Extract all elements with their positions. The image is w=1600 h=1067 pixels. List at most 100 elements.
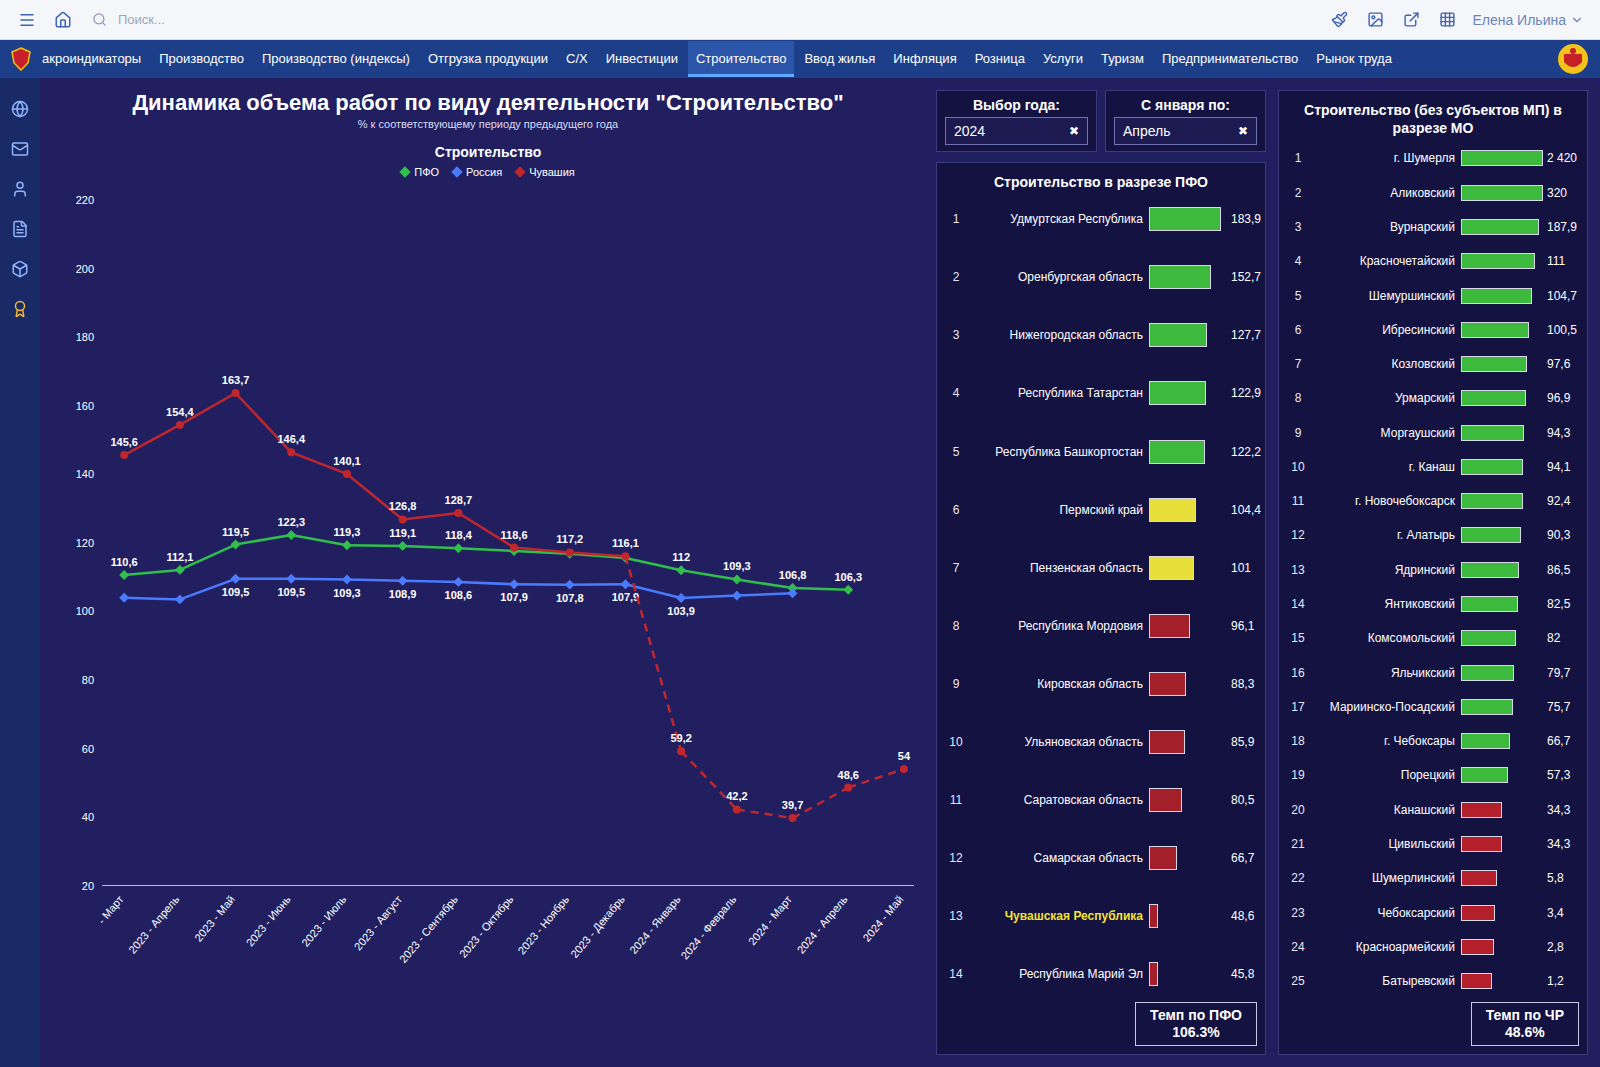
rank-row: 12Самарская область66,7 [945,838,1257,878]
nav-tab[interactable]: Розница [967,41,1033,77]
data-point[interactable] [788,588,798,598]
nav-tab[interactable]: Инфляция [885,41,964,77]
data-point[interactable] [565,580,575,590]
data-point[interactable] [732,575,742,585]
bar-track [1149,498,1227,522]
nav-tab[interactable]: С/Х [558,41,596,77]
data-point[interactable] [566,548,574,556]
data-point[interactable] [733,806,741,814]
data-point[interactable] [175,594,185,604]
filter-select[interactable]: 2024✖ [945,117,1088,145]
point-label: 107,9 [612,591,640,603]
clear-button[interactable]: ✖ [1238,124,1248,138]
legend-item[interactable]: Чувашия [516,166,575,178]
globe-icon[interactable] [9,98,31,120]
data-point[interactable] [119,593,129,603]
panel-footer: Темп по ЧР48.6% [1471,1002,1579,1046]
external-link-icon[interactable] [1400,9,1422,31]
rank-name: Самарская область [973,851,1143,865]
nav-tab[interactable]: Предпринимательство [1154,41,1306,77]
data-point[interactable] [399,516,407,524]
image-icon[interactable] [1364,9,1386,31]
data-point[interactable] [343,470,351,478]
rank-number: 8 [1287,391,1309,405]
bar-track [1461,527,1543,543]
data-point[interactable] [453,543,463,553]
data-point[interactable] [844,784,852,792]
data-point[interactable] [620,579,630,589]
data-point[interactable] [843,585,853,595]
series-segment [570,583,626,586]
data-point[interactable] [453,577,463,587]
nav-tab[interactable]: Туризм [1093,41,1152,77]
data-point[interactable] [676,565,686,575]
nav-tab[interactable]: Услуги [1035,41,1091,77]
mail-icon[interactable] [9,138,31,160]
rank-number: 7 [1287,357,1309,371]
data-point[interactable] [232,389,240,397]
nav-tab[interactable]: Ввод жилья [796,41,883,77]
bar-cell: 79,7 [1461,665,1579,681]
data-point[interactable] [398,576,408,586]
data-point[interactable] [732,591,742,601]
bar-track [1461,150,1543,166]
chart-column: Динамика объема работ по виду деятельнос… [52,90,924,1055]
data-point[interactable] [342,575,352,585]
nav-tab[interactable]: акроиндикаторы [34,41,149,77]
data-point[interactable] [286,574,296,584]
rank-row: 7Козловский97,6 [1287,351,1579,377]
data-point[interactable] [676,593,686,603]
filter-select[interactable]: Апрель✖ [1114,117,1257,145]
bar [1461,870,1497,886]
data-point[interactable] [119,570,129,580]
document-icon[interactable] [9,218,31,240]
data-point[interactable] [454,509,462,517]
bar-track [1149,730,1227,754]
data-point[interactable] [287,448,295,456]
data-point[interactable] [510,544,518,552]
data-point[interactable] [677,747,685,755]
legend-item[interactable]: Россия [453,166,502,178]
data-point[interactable] [120,451,128,459]
data-point[interactable] [789,814,797,822]
data-point[interactable] [175,565,185,575]
nav-tab[interactable]: Инвестиции [598,41,686,77]
bar-cell: 66,7 [1149,846,1257,870]
award-icon[interactable] [9,298,31,320]
grid-icon[interactable] [1436,9,1458,31]
data-point[interactable] [621,552,629,560]
data-point[interactable] [286,530,296,540]
brush-icon[interactable] [1328,9,1350,31]
menu-icon[interactable] [16,9,38,31]
clear-button[interactable]: ✖ [1069,124,1079,138]
bar-cell: 48,6 [1149,904,1257,928]
rank-row: 24Красноармейский2,8 [1287,934,1579,960]
series-segment [124,598,180,600]
nav-tab[interactable]: Строительство [688,41,794,77]
legend-item[interactable]: ПФО [401,166,439,178]
data-point[interactable] [900,765,908,773]
bar-value: 111 [1547,254,1565,268]
nav-tab[interactable]: Производство (индексы) [254,41,418,77]
data-point[interactable] [509,579,519,589]
user-icon[interactable] [9,178,31,200]
home-icon[interactable] [52,9,74,31]
search-input[interactable] [116,11,328,28]
nav-tab[interactable]: Производство [151,41,252,77]
bar-track [1461,733,1543,749]
data-point[interactable] [620,553,630,563]
search-icon[interactable] [88,9,110,31]
nav-tab[interactable]: Рынок труда [1308,41,1400,77]
nav-tab[interactable]: Отгрузка продукции [420,41,556,77]
rank-name: г. Алатырь [1315,528,1455,542]
data-point[interactable] [565,549,575,559]
user-menu[interactable]: Елена Ильина [1472,12,1584,28]
data-point[interactable] [176,421,184,429]
data-point[interactable] [231,574,241,584]
data-point[interactable] [342,540,352,550]
box-icon[interactable] [9,258,31,280]
bar-value: 96,9 [1547,391,1570,405]
data-point[interactable] [398,541,408,551]
data-point[interactable] [231,540,241,550]
bar-track [1461,905,1543,921]
